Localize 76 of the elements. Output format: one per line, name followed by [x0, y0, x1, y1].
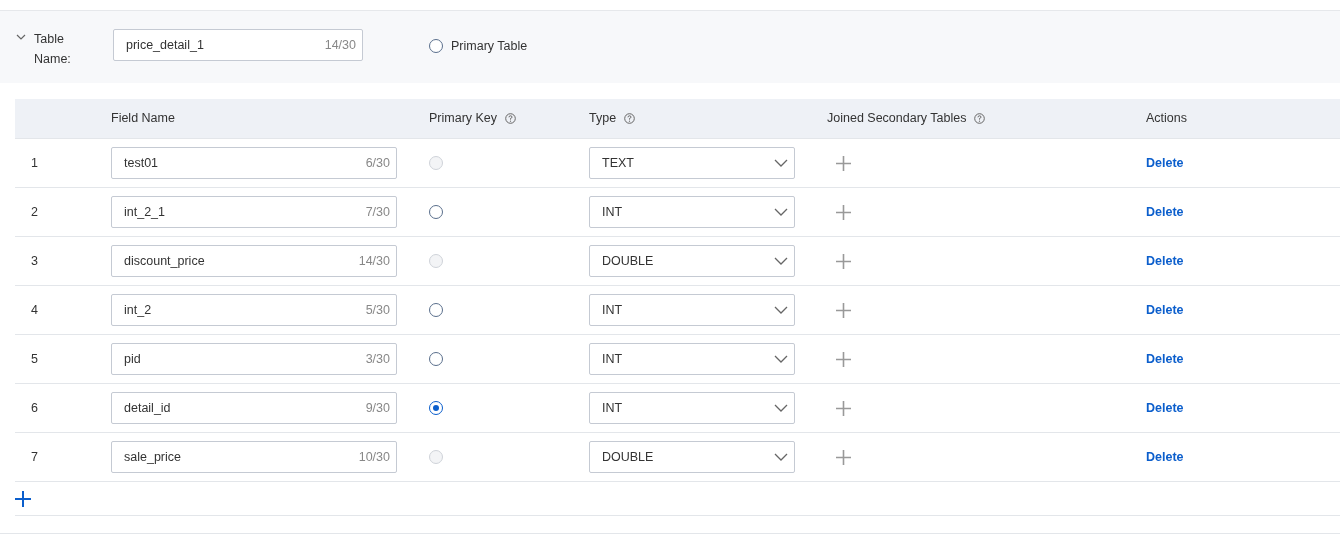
help-icon[interactable] [624, 113, 636, 124]
field-name-input[interactable]: discount_price 14/30 [111, 245, 397, 277]
help-icon[interactable] [505, 113, 517, 124]
field-value: price_detail_1 [126, 36, 204, 54]
add-icon[interactable] [836, 253, 851, 269]
delete-link[interactable]: Delete [1146, 400, 1184, 415]
column-header: Actions [1146, 110, 1187, 128]
chevron-down-icon [774, 404, 788, 412]
chevron-down-icon [774, 306, 788, 314]
character-counter: 14/30 [324, 36, 356, 54]
delete-link[interactable]: Delete [1146, 302, 1184, 317]
add-icon[interactable] [836, 351, 851, 367]
row-number: 3 [30, 252, 39, 270]
type-select[interactable]: INT [589, 392, 795, 424]
character-counter: 5/30 [365, 301, 390, 319]
add-icon[interactable] [836, 400, 851, 416]
character-counter: 3/30 [365, 350, 390, 368]
chevron-down-icon [774, 257, 788, 265]
add-icon[interactable] [836, 204, 851, 220]
add-icon[interactable] [836, 302, 851, 318]
field-name-input[interactable]: pid 3/30 [111, 343, 397, 375]
row-number: 5 [30, 350, 39, 368]
field-name-input[interactable]: sale_price 10/30 [111, 441, 397, 473]
table-name-field[interactable]: price_detail_1 14/30 [113, 29, 363, 61]
radio-button[interactable] [429, 303, 443, 317]
column-header: Field Name [111, 110, 175, 128]
add-row-icon[interactable] [15, 490, 31, 507]
field-name-input[interactable]: test01 6/30 [111, 147, 397, 179]
row-number: 6 [30, 399, 39, 417]
field-value: int_2 [124, 301, 152, 319]
row-number: 4 [30, 301, 39, 319]
chevron-down-icon [774, 355, 788, 363]
type-select[interactable]: TEXT [589, 147, 795, 179]
radio-button[interactable] [429, 205, 443, 219]
character-counter: 6/30 [365, 154, 390, 172]
field-name-input[interactable]: int_2 5/30 [111, 294, 397, 326]
character-counter: 7/30 [365, 203, 390, 221]
add-icon[interactable] [836, 155, 851, 171]
delete-link[interactable]: Delete [1146, 204, 1184, 219]
type-select[interactable]: INT [589, 343, 795, 375]
column-header: Primary Key [429, 110, 498, 128]
character-counter: 9/30 [365, 399, 390, 417]
add-icon[interactable] [836, 449, 851, 465]
row-number: 7 [30, 448, 39, 466]
type-select[interactable]: DOUBLE [589, 441, 795, 473]
field-name-input[interactable]: detail_id 9/30 [111, 392, 397, 424]
row-number: 2 [30, 203, 39, 221]
column-header: Type [589, 110, 617, 128]
field-label: Table Name: [34, 31, 72, 68]
field-value: pid [124, 350, 141, 368]
radio-label: Primary Table [451, 38, 528, 55]
field-value: detail_id [124, 399, 171, 417]
delete-link[interactable]: Delete [1146, 449, 1184, 464]
character-counter: 14/30 [358, 252, 390, 270]
field-value: discount_price [124, 252, 205, 270]
radio-button[interactable] [429, 39, 443, 54]
field-value: int_2_1 [124, 203, 165, 221]
delete-link[interactable]: Delete [1146, 351, 1184, 366]
field-value: sale_price [124, 448, 181, 466]
field-value: test01 [124, 154, 159, 172]
type-select[interactable]: INT [589, 294, 795, 326]
type-select[interactable]: DOUBLE [589, 245, 795, 277]
type-select[interactable]: INT [589, 196, 795, 228]
radio-button[interactable] [429, 352, 443, 366]
delete-link[interactable]: Delete [1146, 155, 1184, 170]
caret-icon[interactable] [16, 32, 26, 42]
delete-link[interactable]: Delete [1146, 253, 1184, 268]
row-number: 1 [30, 154, 39, 172]
help-icon[interactable] [974, 113, 986, 124]
radio-button[interactable] [429, 401, 443, 415]
chevron-down-icon [774, 208, 788, 216]
character-counter: 10/30 [358, 448, 390, 466]
column-header: Joined Secondary Tables [827, 110, 967, 128]
chevron-down-icon [774, 159, 788, 167]
field-name-input[interactable]: int_2_1 7/30 [111, 196, 397, 228]
chevron-down-icon [774, 453, 788, 461]
